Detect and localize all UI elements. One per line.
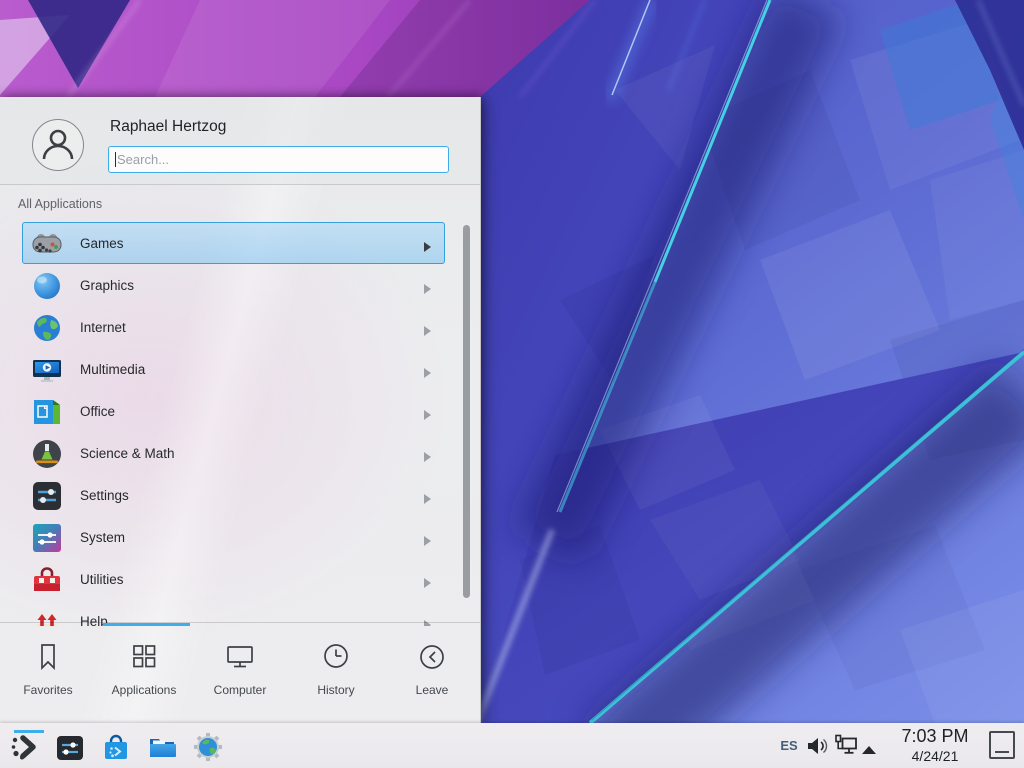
- volume-icon[interactable]: [806, 735, 828, 762]
- category-label: Utilities: [23, 559, 444, 601]
- grid-icon: [129, 642, 159, 672]
- documents-icon: [31, 396, 63, 428]
- submenu-arrow-icon: [424, 449, 431, 467]
- toolbox-icon: [31, 564, 63, 596]
- tab-applications[interactable]: Applications: [96, 626, 192, 723]
- expand-tray-caret-icon[interactable]: [862, 741, 876, 759]
- user-name: Raphael Hertzog: [110, 118, 226, 136]
- tab-label: Computer: [192, 683, 288, 697]
- category-internet[interactable]: Internet: [22, 306, 445, 348]
- keyboard-layout-indicator[interactable]: ES: [776, 723, 802, 768]
- user-avatar[interactable]: [32, 119, 84, 171]
- monitor-icon: [225, 642, 255, 672]
- scrollbar[interactable]: [463, 225, 470, 598]
- leave-icon: [417, 642, 447, 672]
- tab-label: Leave: [384, 683, 480, 697]
- tab-leave[interactable]: Leave: [384, 626, 480, 723]
- show-desktop-button[interactable]: [989, 731, 1015, 759]
- submenu-arrow-icon: [424, 533, 431, 551]
- show-desktop-glyph: [995, 751, 1009, 753]
- search-input[interactable]: Search...: [108, 146, 449, 173]
- flask-icon: [31, 438, 63, 470]
- category-label: Science & Math: [23, 433, 444, 475]
- web-browser-button[interactable]: [190, 729, 226, 763]
- discover-button[interactable]: [98, 729, 134, 763]
- system-settings-button[interactable]: [52, 729, 88, 763]
- search-placeholder: Search...: [117, 152, 169, 167]
- submenu-arrow-icon: [424, 365, 431, 383]
- category-label: Games: [23, 223, 444, 265]
- active-task-stripe: [14, 730, 44, 733]
- category-games[interactable]: Games: [22, 222, 445, 264]
- discover-icon: [101, 732, 131, 762]
- submenu-arrow-icon: [424, 575, 431, 593]
- submenu-arrow-icon: [424, 239, 431, 257]
- divider: [0, 622, 480, 623]
- digital-clock[interactable]: 7:03 PM 4/24/21: [890, 723, 980, 768]
- category-list: Games Graphics: [0, 222, 481, 626]
- submenu-arrow-icon: [424, 491, 431, 509]
- tab-label: Applications: [96, 683, 192, 697]
- category-multimedia[interactable]: Multimedia: [22, 348, 445, 390]
- category-label: System: [23, 517, 444, 559]
- kde-launcher-icon: [9, 732, 39, 762]
- category-graphics[interactable]: Graphics: [22, 264, 445, 306]
- submenu-arrow-icon: [424, 323, 431, 341]
- bookmark-icon: [33, 642, 63, 672]
- folder-icon: [147, 732, 177, 762]
- user-icon: [38, 125, 78, 165]
- taskbar: ES 7:03 PM 4/24/21: [0, 723, 1024, 768]
- application-launcher-button[interactable]: [6, 729, 42, 763]
- category-settings[interactable]: Settings: [22, 474, 445, 516]
- category-label: Office: [23, 391, 444, 433]
- launcher-tab-bar: Favorites Applications Computer: [0, 626, 480, 723]
- sphere-icon: [31, 270, 63, 302]
- gamepad-icon: [31, 228, 63, 260]
- application-launcher-menu: Raphael Hertzog Search... All Applicatio…: [0, 97, 481, 723]
- desktop: Raphael Hertzog Search... All Applicatio…: [0, 0, 1024, 768]
- tab-label: History: [288, 683, 384, 697]
- category-label: Graphics: [23, 265, 444, 307]
- system-settings-icon: [55, 733, 85, 763]
- category-system[interactable]: System: [22, 516, 445, 558]
- category-utilities[interactable]: Utilities: [22, 558, 445, 600]
- submenu-arrow-icon: [424, 281, 431, 299]
- text-caret: [115, 152, 116, 167]
- clock-icon: [321, 642, 351, 672]
- tab-history[interactable]: History: [288, 626, 384, 723]
- media-screen-icon: [31, 354, 63, 386]
- launcher-header: Raphael Hertzog Search...: [0, 97, 480, 185]
- category-label: Multimedia: [23, 349, 444, 391]
- section-label: All Applications: [18, 197, 102, 211]
- clock-time: 7:03 PM: [890, 725, 980, 747]
- system-sliders-icon: [31, 522, 63, 554]
- file-manager-button[interactable]: [144, 729, 180, 763]
- tab-favorites[interactable]: Favorites: [0, 626, 96, 723]
- help-icon: [31, 606, 63, 626]
- category-science-math[interactable]: Science & Math: [22, 432, 445, 474]
- sliders-icon: [31, 480, 63, 512]
- network-icon[interactable]: [834, 734, 858, 762]
- category-label: Settings: [23, 475, 444, 517]
- category-office[interactable]: Office: [22, 390, 445, 432]
- submenu-arrow-icon: [424, 407, 431, 425]
- browser-globe-icon: [193, 732, 223, 762]
- clock-date: 4/24/21: [890, 747, 980, 765]
- globe-icon: [31, 312, 63, 344]
- tab-computer[interactable]: Computer: [192, 626, 288, 723]
- category-label: Internet: [23, 307, 444, 349]
- tab-label: Favorites: [0, 683, 96, 697]
